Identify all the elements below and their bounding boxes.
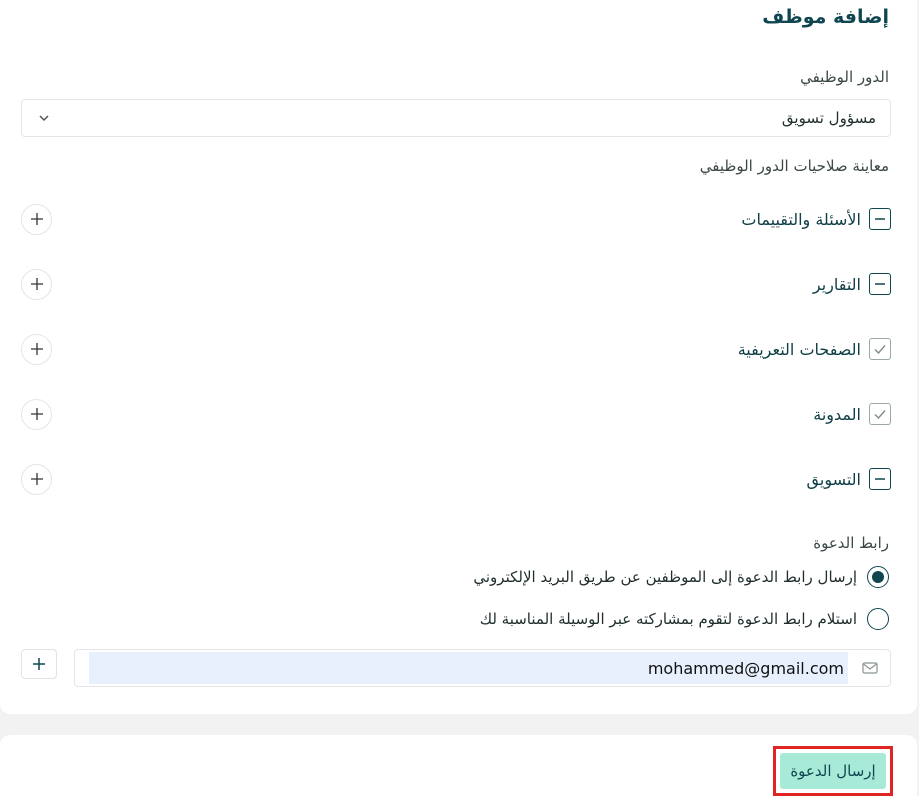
permission-label: المدونة bbox=[813, 404, 861, 424]
send-invite-button-highlight[interactable]: إرسال الدعوة bbox=[773, 746, 893, 796]
add-employee-card: إضافة موظف الدور الوظيفي مسؤول تسويق معا… bbox=[0, 0, 917, 714]
chevron-down-icon bbox=[36, 110, 52, 126]
invite-option-label: استلام رابط الدعوة لتقوم بمشاركته عبر ال… bbox=[479, 610, 857, 628]
permission-row: التقارير bbox=[21, 268, 891, 300]
permission-label: التسويق bbox=[806, 469, 861, 489]
mail-icon bbox=[850, 650, 890, 686]
page-title: إضافة موظف bbox=[762, 6, 889, 28]
permission-label: الصفحات التعريفية bbox=[737, 339, 861, 359]
permission-row: الصفحات التعريفية bbox=[21, 333, 891, 365]
email-value: mohammed@gmail.com bbox=[89, 652, 848, 684]
expand-plus-icon[interactable] bbox=[21, 463, 52, 495]
permission-row: التسويق bbox=[21, 463, 891, 495]
send-invite-button[interactable]: إرسال الدعوة bbox=[780, 753, 886, 789]
email-input[interactable]: mohammed@gmail.com bbox=[74, 649, 891, 687]
plus-icon bbox=[33, 658, 45, 670]
invite-option-email[interactable]: إرسال رابط الدعوة إلى الموظفين عن طريق ا… bbox=[473, 566, 889, 588]
expand-plus-icon[interactable] bbox=[21, 333, 52, 365]
invite-option-label: إرسال رابط الدعوة إلى الموظفين عن طريق ا… bbox=[473, 568, 857, 586]
role-label: الدور الوظيفي bbox=[800, 68, 889, 86]
permission-checkbox[interactable] bbox=[869, 273, 891, 295]
permission-checkbox[interactable] bbox=[869, 338, 891, 360]
role-select-value: مسؤول تسويق bbox=[781, 109, 876, 127]
expand-plus-icon[interactable] bbox=[21, 268, 52, 300]
role-select[interactable]: مسؤول تسويق bbox=[21, 99, 891, 137]
expand-plus-icon[interactable] bbox=[21, 398, 52, 430]
permissions-label: معاينة صلاحيات الدور الوظيفي bbox=[699, 157, 889, 175]
expand-plus-icon[interactable] bbox=[21, 203, 52, 235]
permission-row: الأسئلة والتقييمات bbox=[21, 203, 891, 235]
permission-checkbox[interactable] bbox=[869, 468, 891, 490]
permission-label: التقارير bbox=[812, 274, 861, 294]
radio-selected[interactable] bbox=[867, 566, 889, 588]
permission-row: المدونة bbox=[21, 398, 891, 430]
permission-label: الأسئلة والتقييمات bbox=[741, 209, 861, 229]
permission-checkbox[interactable] bbox=[869, 208, 891, 230]
radio-unselected[interactable] bbox=[867, 608, 889, 630]
invite-link-label: رابط الدعوة bbox=[813, 534, 889, 552]
invite-option-self[interactable]: استلام رابط الدعوة لتقوم بمشاركته عبر ال… bbox=[480, 608, 889, 630]
add-email-button[interactable] bbox=[21, 649, 57, 679]
permission-checkbox[interactable] bbox=[869, 403, 891, 425]
